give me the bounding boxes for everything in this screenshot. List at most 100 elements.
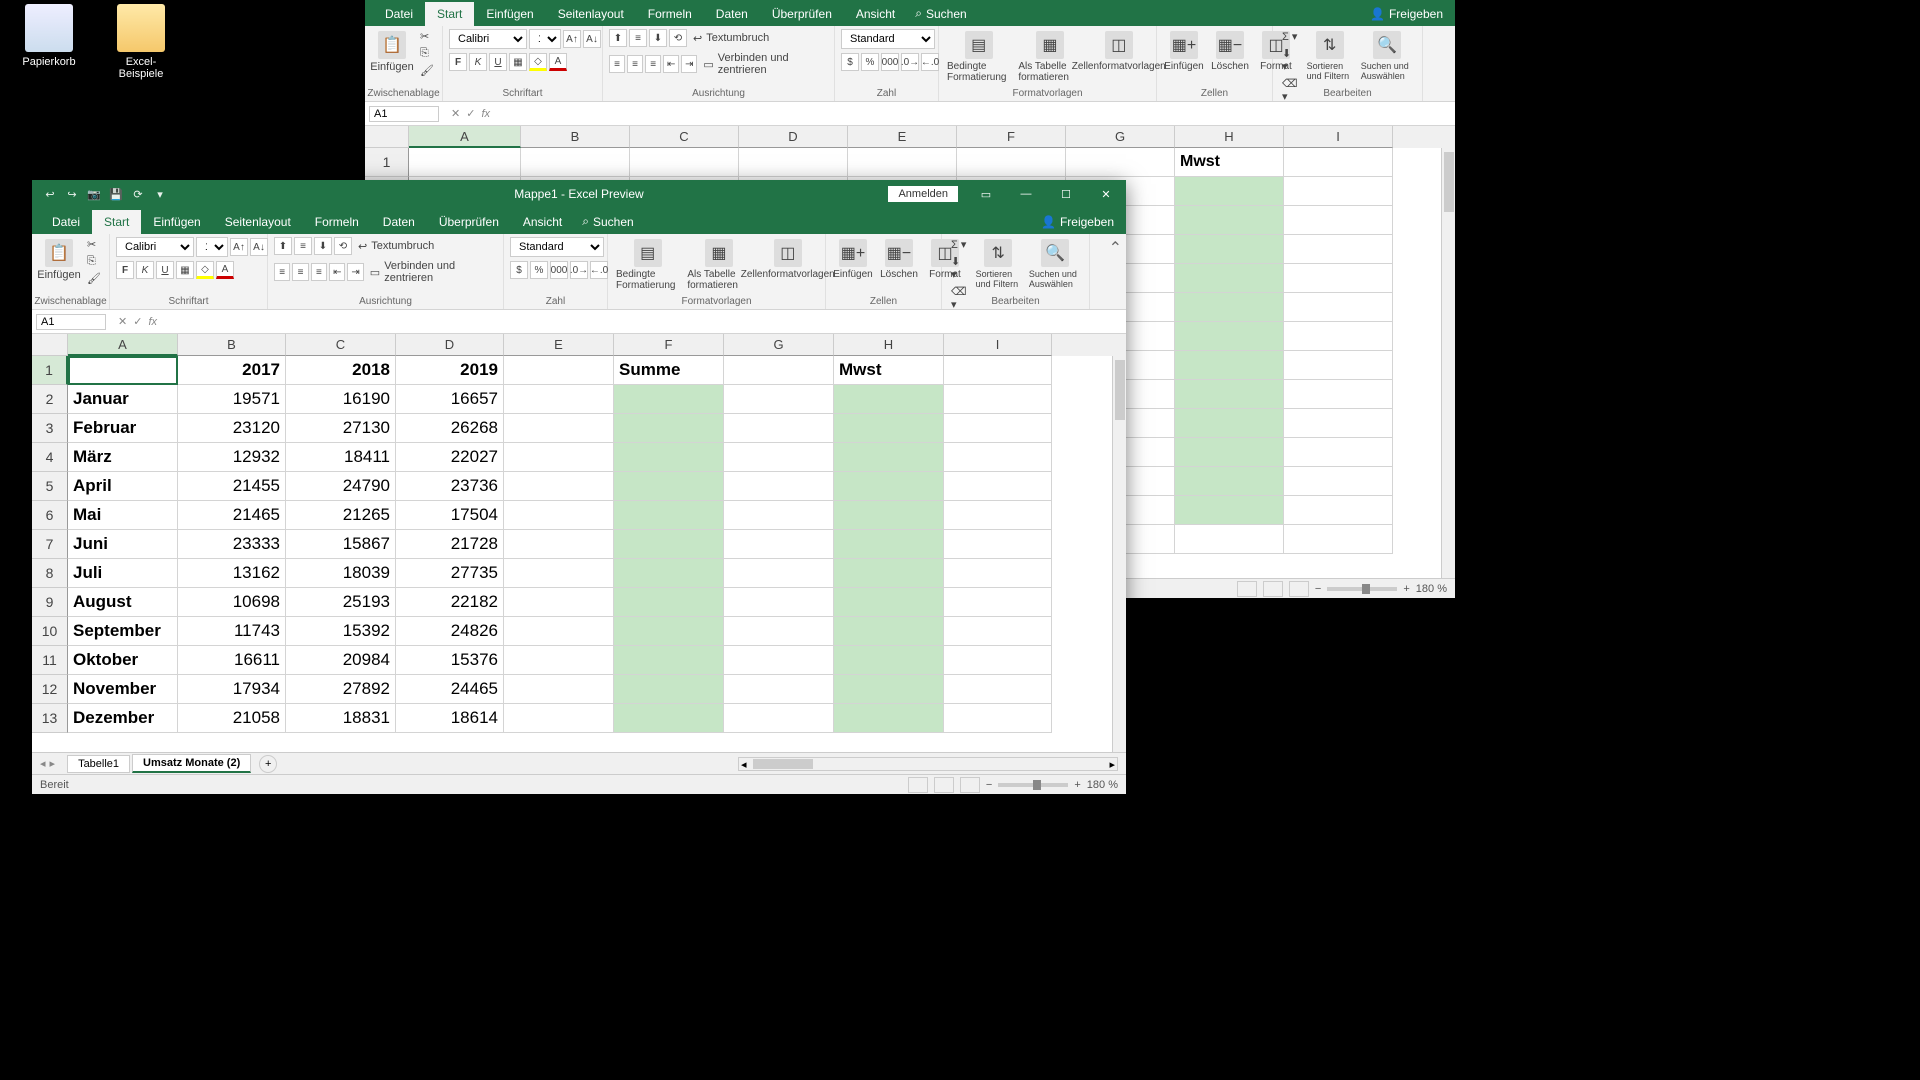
cell[interactable] [944, 559, 1052, 588]
cell[interactable] [504, 385, 614, 414]
share-button[interactable]: 👤Freigeben [1029, 210, 1126, 234]
cell[interactable] [834, 501, 944, 530]
insert-cells-button[interactable]: ▦+Einfügen [832, 237, 874, 282]
italic-button[interactable]: K [136, 261, 154, 279]
cell[interactable] [944, 588, 1052, 617]
cell[interactable]: 15867 [286, 530, 396, 559]
cell[interactable] [1284, 148, 1393, 177]
zoom-out-button[interactable]: − [986, 779, 992, 791]
cell[interactable] [614, 559, 724, 588]
cell-month[interactable]: Juli [68, 559, 178, 588]
cell[interactable]: 17504 [396, 501, 504, 530]
view-layout-button[interactable] [1263, 581, 1283, 597]
number-format-select[interactable]: Standard [510, 237, 604, 257]
cancel-formula-button[interactable]: ✕ [118, 315, 127, 328]
cell[interactable]: 27892 [286, 675, 396, 704]
autosum-button[interactable]: Σ ▾ [1279, 29, 1301, 44]
cell[interactable] [957, 148, 1066, 177]
zoom-slider[interactable] [998, 783, 1068, 787]
cell[interactable]: 17934 [178, 675, 286, 704]
cell[interactable] [834, 559, 944, 588]
cell[interactable] [834, 617, 944, 646]
cell-styles-button[interactable]: ◫Zellenformatvorlagen [1088, 29, 1150, 74]
sort-filter-button[interactable]: ⇅Sortieren und Filtern [974, 237, 1023, 291]
view-normal-button[interactable] [1237, 581, 1257, 597]
col-header-f[interactable]: F [614, 334, 724, 356]
align-middle-button[interactable]: ≡ [629, 29, 647, 47]
cell[interactable]: 16611 [178, 646, 286, 675]
delete-cells-button[interactable]: ▦−Löschen [878, 237, 920, 282]
bold-button[interactable]: F [449, 53, 467, 71]
row-header[interactable]: 3 [32, 414, 68, 443]
col-header-e[interactable]: E [848, 126, 957, 148]
font-name-select[interactable]: Calibri [116, 237, 194, 257]
desktop-icon-folder[interactable]: Excel-Beispiele [106, 4, 176, 80]
tab-layout[interactable]: Seitenlayout [546, 2, 636, 26]
align-middle-button[interactable]: ≡ [294, 237, 312, 255]
tab-start[interactable]: Start [425, 2, 474, 26]
cancel-formula-button[interactable]: ✕ [451, 107, 460, 120]
col-header-a[interactable]: A [68, 334, 178, 356]
cell[interactable] [504, 675, 614, 704]
cell[interactable] [724, 443, 834, 472]
align-right-button[interactable]: ≡ [645, 55, 661, 73]
search-box[interactable]: ⌕Suchen [574, 209, 641, 234]
cell-month[interactable]: Juni [68, 530, 178, 559]
cell[interactable] [504, 646, 614, 675]
col-header-h[interactable]: H [834, 334, 944, 356]
zoom-slider[interactable] [1327, 587, 1397, 591]
col-header-i[interactable]: I [944, 334, 1052, 356]
name-box[interactable] [369, 106, 439, 122]
cell[interactable] [521, 148, 630, 177]
cell[interactable] [504, 472, 614, 501]
formula-input[interactable] [163, 314, 1118, 330]
cell[interactable] [504, 530, 614, 559]
cell[interactable] [614, 385, 724, 414]
collapse-ribbon-button[interactable]: ⌃ [1105, 234, 1126, 309]
zoom-level[interactable]: 180 % [1416, 583, 1447, 595]
delete-cells-button[interactable]: ▦−Löschen [1209, 29, 1251, 74]
minimize-button[interactable]: — [1006, 180, 1046, 208]
align-bottom-button[interactable]: ⬇ [649, 29, 667, 47]
cell[interactable]: 15376 [396, 646, 504, 675]
col-header-i[interactable]: I [1284, 126, 1393, 148]
col-header-h[interactable]: H [1175, 126, 1284, 148]
cell[interactable] [724, 588, 834, 617]
cell[interactable] [614, 472, 724, 501]
indent-inc-button[interactable]: ⇥ [347, 263, 363, 281]
format-painter-button[interactable]: 🖌 [417, 63, 437, 78]
cell-month[interactable]: Februar [68, 414, 178, 443]
sheet-tab[interactable]: Tabelle1 [67, 755, 130, 773]
cell[interactable] [504, 588, 614, 617]
cell[interactable] [614, 443, 724, 472]
vertical-scrollbar[interactable] [1112, 356, 1126, 752]
cell[interactable]: 23120 [178, 414, 286, 443]
inc-decimal-button[interactable]: .0→ [901, 53, 919, 71]
cell[interactable] [724, 675, 834, 704]
cell[interactable] [724, 704, 834, 733]
sheet-tab-active[interactable]: Umsatz Monate (2) [132, 754, 251, 773]
cut-button[interactable]: ✂ [84, 237, 104, 252]
cut-button[interactable]: ✂ [417, 29, 437, 44]
tab-layout[interactable]: Seitenlayout [213, 210, 303, 234]
increase-font-button[interactable]: A↑ [563, 30, 581, 48]
cell-a1-selected[interactable] [68, 356, 178, 385]
merge-center-button[interactable]: ▭Verbinden und zentrieren [699, 51, 828, 77]
cell-month[interactable]: Oktober [68, 646, 178, 675]
cell[interactable] [504, 414, 614, 443]
tab-insert[interactable]: Einfügen [141, 210, 212, 234]
cell[interactable]: 10698 [178, 588, 286, 617]
tab-formulas[interactable]: Formeln [636, 2, 704, 26]
cell[interactable] [848, 148, 957, 177]
cell[interactable] [504, 356, 614, 385]
search-box[interactable]: ⌕Suchen [907, 1, 974, 26]
col-header-d[interactable]: D [396, 334, 504, 356]
cell[interactable] [834, 646, 944, 675]
cell[interactable] [834, 675, 944, 704]
cell[interactable] [834, 530, 944, 559]
percent-button[interactable]: % [530, 261, 548, 279]
bold-button[interactable]: F [116, 261, 134, 279]
cell[interactable] [504, 559, 614, 588]
font-color-button[interactable]: A [549, 53, 567, 71]
zoom-level[interactable]: 180 % [1087, 779, 1118, 791]
